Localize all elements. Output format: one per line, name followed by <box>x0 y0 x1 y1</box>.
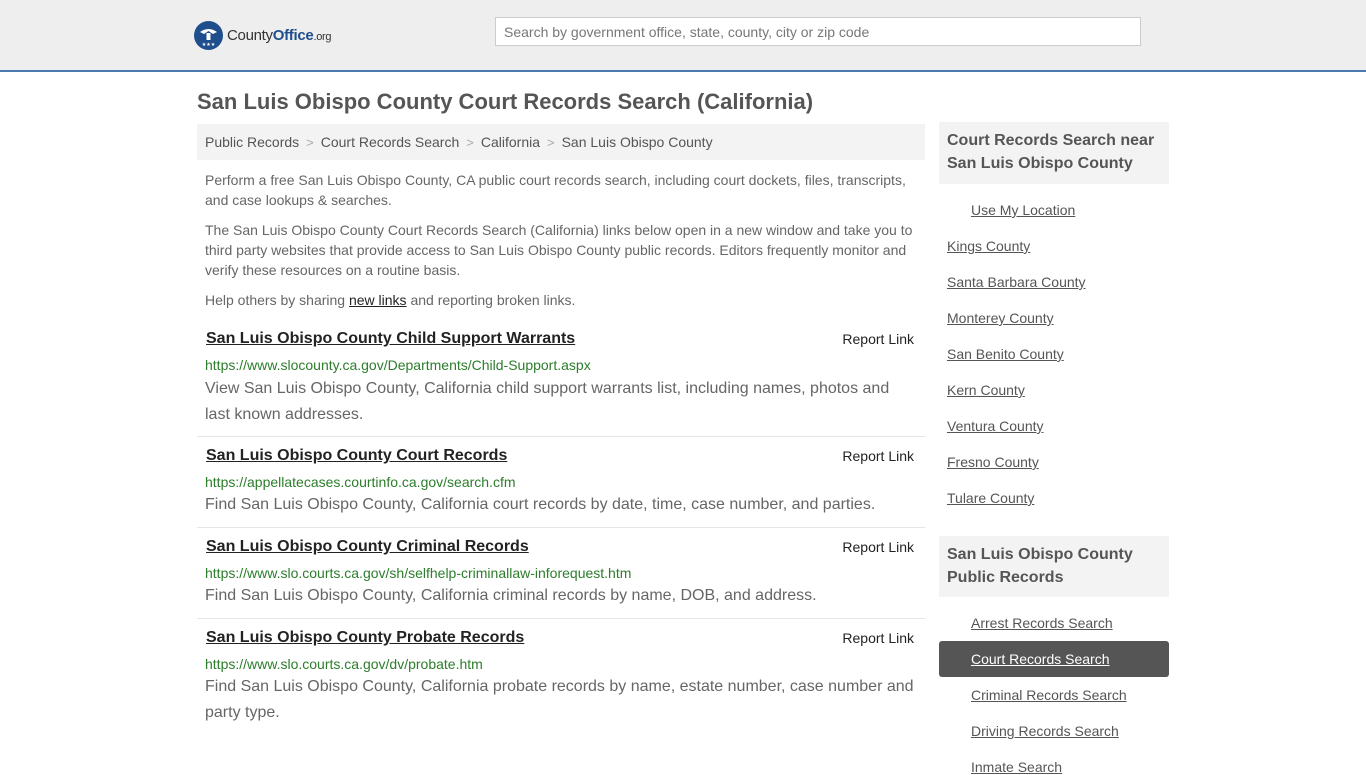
nearby-county-link[interactable]: Kern County <box>947 382 1025 398</box>
record-search-link[interactable]: Inmate Search <box>971 759 1062 775</box>
nearby-county-link[interactable]: Fresno County <box>947 454 1039 470</box>
breadcrumb: Public Records > Court Records Search > … <box>197 124 925 160</box>
nearby-county-link[interactable]: Kings County <box>947 238 1030 254</box>
result-description: View San Luis Obispo County, California … <box>205 380 890 423</box>
nearby-county-link[interactable]: Santa Barbara County <box>947 274 1086 290</box>
result-url: https://www.slo.courts.ca.gov/dv/probate… <box>205 656 483 672</box>
site-header: ★★★ CountyOffice.org <box>0 0 1366 72</box>
nearby-county-link[interactable]: Monterey County <box>947 310 1054 326</box>
nearby-county-link[interactable]: Ventura County <box>947 418 1044 434</box>
site-logo[interactable]: ★★★ CountyOffice.org <box>194 20 332 50</box>
report-link[interactable]: Report Link <box>842 448 914 464</box>
record-search-link[interactable]: Arrest Records Search <box>971 615 1113 631</box>
breadcrumb-separator: > <box>466 134 474 150</box>
result-title-link[interactable]: San Luis Obispo County Criminal Records <box>206 538 529 556</box>
nearby-heading: Court Records Search near San Luis Obisp… <box>939 122 1169 184</box>
use-my-location-link[interactable]: Use My Location <box>971 202 1075 218</box>
eagle-seal-icon: ★★★ <box>194 20 223 50</box>
result-url: https://www.slocounty.ca.gov/Departments… <box>205 357 591 373</box>
breadcrumb-court-records-search[interactable]: Court Records Search <box>321 134 460 150</box>
result-title-link[interactable]: San Luis Obispo County Probate Records <box>206 629 524 647</box>
disclaimer-paragraph: The San Luis Obispo County Court Records… <box>205 222 913 278</box>
active-record-search-label: Court Records Search <box>971 651 1110 667</box>
record-search-link[interactable]: Driving Records Search <box>971 723 1119 739</box>
logo-wordmark: CountyOffice.org <box>227 26 332 44</box>
result-url: https://www.slo.courts.ca.gov/sh/selfhel… <box>205 565 632 581</box>
active-record-search-item[interactable]: Court Records Search <box>939 641 1169 677</box>
result-description: Find San Luis Obispo County, California … <box>205 587 817 604</box>
result-item: San Luis Obispo County Probate Records R… <box>197 629 925 739</box>
result-url: https://appellatecases.courtinfo.ca.gov/… <box>205 474 516 490</box>
breadcrumb-public-records[interactable]: Public Records <box>205 134 299 150</box>
search-input[interactable] <box>495 17 1141 46</box>
help-paragraph: Help others by sharing new links and rep… <box>205 292 576 308</box>
result-description: Find San Luis Obispo County, California … <box>205 678 914 721</box>
nearby-county-link[interactable]: San Benito County <box>947 346 1064 362</box>
breadcrumb-separator: > <box>547 134 555 150</box>
new-links-link[interactable]: new links <box>349 292 407 308</box>
result-title-link[interactable]: San Luis Obispo County Child Support War… <box>206 330 575 348</box>
record-search-link[interactable]: Criminal Records Search <box>971 687 1127 703</box>
intro-paragraph: Perform a free San Luis Obispo County, C… <box>205 172 906 208</box>
result-description: Find San Luis Obispo County, California … <box>205 496 876 513</box>
public-records-heading: San Luis Obispo County Public Records <box>939 536 1169 597</box>
result-item: San Luis Obispo County Child Support War… <box>197 330 925 437</box>
svg-text:★★★: ★★★ <box>202 42 216 48</box>
report-link[interactable]: Report Link <box>842 539 914 555</box>
result-item: San Luis Obispo County Court Records Rep… <box>197 447 925 528</box>
report-link[interactable]: Report Link <box>842 331 914 347</box>
page-title: San Luis Obispo County Court Records Sea… <box>197 89 814 114</box>
breadcrumb-california[interactable]: California <box>481 134 540 150</box>
result-item: San Luis Obispo County Criminal Records … <box>197 538 925 619</box>
nearby-county-link[interactable]: Tulare County <box>947 490 1034 506</box>
report-link[interactable]: Report Link <box>842 630 914 646</box>
result-title-link[interactable]: San Luis Obispo County Court Records <box>206 447 507 465</box>
breadcrumb-separator: > <box>306 134 314 150</box>
breadcrumb-current-county: San Luis Obispo County <box>561 134 713 150</box>
